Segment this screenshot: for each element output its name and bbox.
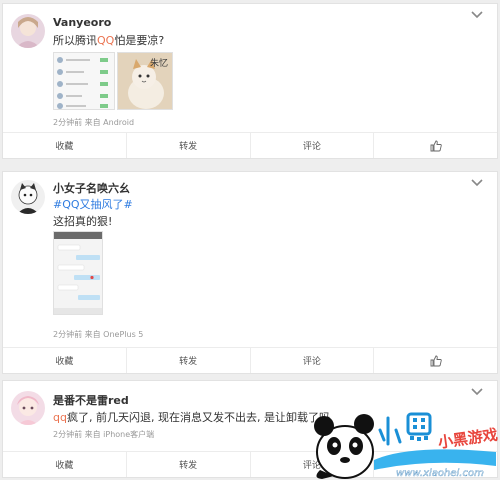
- watermark-url: www.xiaohei.com: [396, 468, 484, 479]
- comment-button[interactable]: 评论: [251, 348, 375, 373]
- like-button[interactable]: [374, 133, 497, 158]
- favorite-button[interactable]: 收藏: [3, 348, 127, 373]
- highlight-text: qq: [53, 411, 67, 424]
- topic-link[interactable]: #QQ又抽风了#: [53, 196, 133, 212]
- chevron-down-icon[interactable]: [471, 179, 483, 187]
- chevron-down-icon[interactable]: [471, 388, 483, 396]
- thumbs-up-icon: [430, 140, 442, 151]
- favorite-button[interactable]: 收藏: [3, 133, 127, 158]
- screenshot-thumbnail[interactable]: [53, 52, 115, 110]
- avatar[interactable]: [11, 180, 45, 214]
- post-meta: 2分钟前 来自 Android: [53, 118, 135, 127]
- highlight-text: QQ: [97, 34, 115, 47]
- post-text-part: 疯了, 前几天闪退, 现在消息又发不出去, 是让卸载了吗: [66, 411, 330, 424]
- post-text: qq疯了, 前几天闪退, 现在消息又发不出去, 是让卸载了吗: [53, 409, 330, 425]
- phone-screenshot-thumbnail[interactable]: [53, 231, 103, 315]
- repost-button[interactable]: 转发: [127, 452, 251, 477]
- weibo-post: Vanyeoro 所以腾讯QQ怕是要凉? 朱忆 2分钟前 来自 Android …: [2, 3, 498, 159]
- post-meta: 2分钟前 来自 iPhone客户端: [53, 430, 155, 439]
- username[interactable]: 小女子名唤六幺: [53, 180, 130, 196]
- repost-button[interactable]: 转发: [127, 348, 251, 373]
- post-text-part: 怕是要凉?: [114, 34, 165, 47]
- username[interactable]: Vanyeoro: [53, 16, 111, 29]
- weibo-post: 小女子名唤六幺 #QQ又抽风了# 这招真的狠! 2分钟前 来自 OnePlus …: [2, 171, 498, 374]
- action-bar: 收藏 转发 评论: [3, 347, 497, 373]
- comment-button[interactable]: 评论: [251, 133, 375, 158]
- action-bar: 收藏 转发 评论: [3, 132, 497, 158]
- thumbs-up-icon: [430, 355, 442, 366]
- post-text-part: 所以腾讯: [53, 34, 97, 47]
- chevron-down-icon[interactable]: [471, 11, 483, 19]
- post-text: 这招真的狠!: [53, 215, 113, 228]
- avatar[interactable]: [11, 391, 45, 425]
- post-meta: 2分钟前 来自 OnePlus 5: [53, 330, 144, 339]
- avatar[interactable]: [11, 14, 45, 48]
- cat-meme-image[interactable]: 朱忆: [117, 52, 173, 110]
- site-watermark-logo: 小黑游戏 www.xiaohei.com: [300, 400, 500, 480]
- post-text: 所以腾讯QQ怕是要凉?: [53, 32, 164, 48]
- repost-button[interactable]: 转发: [127, 133, 251, 158]
- favorite-button[interactable]: 收藏: [3, 452, 127, 477]
- username[interactable]: 是番不是雷red: [53, 392, 129, 408]
- watermark-brand-text: 小黑游戏: [437, 426, 499, 452]
- like-button[interactable]: [374, 348, 497, 373]
- image-caption: 朱忆: [150, 59, 169, 69]
